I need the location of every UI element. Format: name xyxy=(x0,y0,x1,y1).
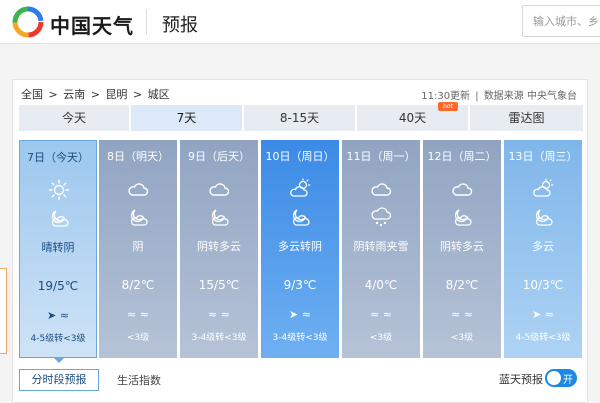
day-card[interactable]: 10日（周日） 多云转阴 9/3℃ ➤ ≈ 3-4级转<3级 xyxy=(261,140,339,358)
data-source: 数据来源 中央气象台 xyxy=(483,91,577,102)
day-date: 10日（周日） xyxy=(265,150,335,163)
tab-8-15days[interactable]: 8-15天 xyxy=(244,105,357,131)
wind-level: 3-4级转<3级 xyxy=(191,333,247,343)
toggle-label: 开 xyxy=(563,375,573,386)
day-date: 13日（周三） xyxy=(508,150,578,163)
wind-level: <3级 xyxy=(369,333,393,343)
sleet-icon xyxy=(371,207,392,227)
temperature-range: 19/5℃ xyxy=(37,279,79,293)
tab-40days[interactable]: 40天 hot xyxy=(357,102,470,131)
temperature-range: 15/5℃ xyxy=(198,278,240,292)
day-card[interactable]: 13日（周三） 多云 10/3℃ ➤ ≈ 4-5级转<3级 xyxy=(504,140,582,358)
cloud-icon xyxy=(209,183,230,196)
moon-cloud-icon xyxy=(130,209,148,226)
wind-direction-icons: ➤ ≈ xyxy=(532,308,554,321)
breadcrumb: 全国 > 云南 > 昆明 > 城区 xyxy=(21,86,172,102)
day-forecast-list: 7日（今天） 晴转阴 19/5℃ ➤ ≈ 4-5级转<3级 8日（明天） 阴 8… xyxy=(19,140,583,358)
wind-direction-icons: ➤ ≈ xyxy=(289,308,311,321)
search-input[interactable] xyxy=(522,5,600,37)
wind-direction-icons: ≈ ≈ xyxy=(451,308,473,321)
tab-radar[interactable]: 雷达图 xyxy=(470,105,583,131)
breadcrumb-separator: > xyxy=(48,88,58,101)
weather-desc: 阴转多云 xyxy=(440,240,484,253)
breadcrumb-item-kunming[interactable]: 昆明 xyxy=(105,88,127,101)
weather-desc: 晴转阴 xyxy=(41,241,75,254)
sun-cloud-icon xyxy=(290,178,311,197)
wind-level: <3级 xyxy=(126,333,150,343)
moon-cloud-icon xyxy=(535,209,553,226)
wind-level: 4-5级转<3级 xyxy=(515,333,571,343)
wind-direction-icons: ≈ ≈ xyxy=(127,308,149,321)
day-date: 8日（明天） xyxy=(107,150,169,163)
header-divider xyxy=(146,9,147,35)
moon-cloud-icon xyxy=(51,210,69,227)
breadcrumb-item-yunnan[interactable]: 云南 xyxy=(63,88,85,101)
forecast-card: 全国 > 云南 > 昆明 > 城区 11:30更新 | 数据来源 中央气象台 今… xyxy=(12,79,588,403)
weather-desc: 阴 xyxy=(132,240,144,253)
day-date: 11日（周一） xyxy=(346,150,416,163)
day-card[interactable]: 12日（周二） 阴转多云 8/2℃ ≈ ≈ <3级 xyxy=(423,140,501,358)
wind-level: <3级 xyxy=(450,333,474,343)
moon-cloud-icon xyxy=(454,209,472,226)
weather-desc: 多云 xyxy=(532,240,554,253)
tab-40days-label: 40天 xyxy=(398,111,427,125)
weather-desc: 阴转多云 xyxy=(197,240,241,253)
brand-name[interactable]: 中国天气 xyxy=(50,10,134,39)
day-card[interactable]: 11日（周一） 阴转雨夹雪 4/0℃ ≈ ≈ <3级 xyxy=(342,140,420,358)
hot-badge: hot xyxy=(438,102,458,111)
wind-direction-icons: ≈ ≈ xyxy=(208,308,230,321)
update-time: 11:30更新 xyxy=(421,91,471,102)
bluesky-toggle[interactable]: 开 xyxy=(545,369,577,387)
cloud-icon xyxy=(128,183,149,196)
hourly-forecast-button[interactable]: 分时段预报 xyxy=(19,369,99,391)
forecast-tabs: 今天 7天 8-15天 40天 hot 雷达图 xyxy=(19,102,583,131)
wind-direction-icons: ≈ ≈ xyxy=(370,308,392,321)
sun-cloud-icon xyxy=(533,178,554,197)
toggle-knob xyxy=(547,371,561,385)
selected-day-pointer xyxy=(53,357,65,363)
temperature-range: 4/0℃ xyxy=(364,278,398,292)
update-separator: | xyxy=(475,91,479,102)
weather-desc: 阴转雨夹雪 xyxy=(353,240,409,253)
wind-level: 3-4级转<3级 xyxy=(272,333,328,343)
logo-icon[interactable] xyxy=(12,6,44,38)
temperature-range: 9/3℃ xyxy=(283,278,317,292)
moon-cloud-icon xyxy=(211,209,229,226)
page-title: 预报 xyxy=(162,15,198,36)
wind-direction-icons: ➤ ≈ xyxy=(47,309,69,322)
wind-level: 4-5级转<3级 xyxy=(30,334,86,344)
moon-cloud-icon xyxy=(292,209,310,226)
day-card[interactable]: 8日（明天） 阴 8/2℃ ≈ ≈ <3级 xyxy=(99,140,177,358)
day-date: 12日（周二） xyxy=(427,150,497,163)
weather-desc: 多云转阴 xyxy=(278,240,322,253)
day-date: 7日（今天） xyxy=(27,151,89,164)
tab-today[interactable]: 今天 xyxy=(19,105,131,131)
tab-7days[interactable]: 7天 xyxy=(131,105,244,131)
cloud-icon xyxy=(371,183,392,196)
bluesky-forecast-label: 蓝天预报 xyxy=(499,373,543,386)
temperature-range: 8/2℃ xyxy=(121,278,155,292)
temperature-range: 10/3℃ xyxy=(522,278,564,292)
breadcrumb-separator: > xyxy=(132,88,143,101)
breadcrumb-separator: > xyxy=(90,88,100,101)
update-info: 11:30更新 | 数据来源 中央气象台 xyxy=(419,87,577,102)
day-date: 9日（后天） xyxy=(188,150,250,163)
side-feedback-tab[interactable] xyxy=(0,268,7,354)
temperature-range: 8/2℃ xyxy=(445,278,479,292)
day-card-today[interactable]: 7日（今天） 晴转阴 19/5℃ ➤ ≈ 4-5级转<3级 xyxy=(19,140,97,358)
breadcrumb-item-district: 城区 xyxy=(147,88,170,101)
site-header: 中国天气 预报 xyxy=(0,0,600,44)
cloud-icon xyxy=(452,183,473,196)
sun-icon xyxy=(48,179,70,201)
breadcrumb-item-national[interactable]: 全国 xyxy=(21,88,43,101)
day-card[interactable]: 9日（后天） 阴转多云 15/5℃ ≈ ≈ 3-4级转<3级 xyxy=(180,140,258,358)
life-index-link[interactable]: 生活指数 xyxy=(117,372,161,388)
